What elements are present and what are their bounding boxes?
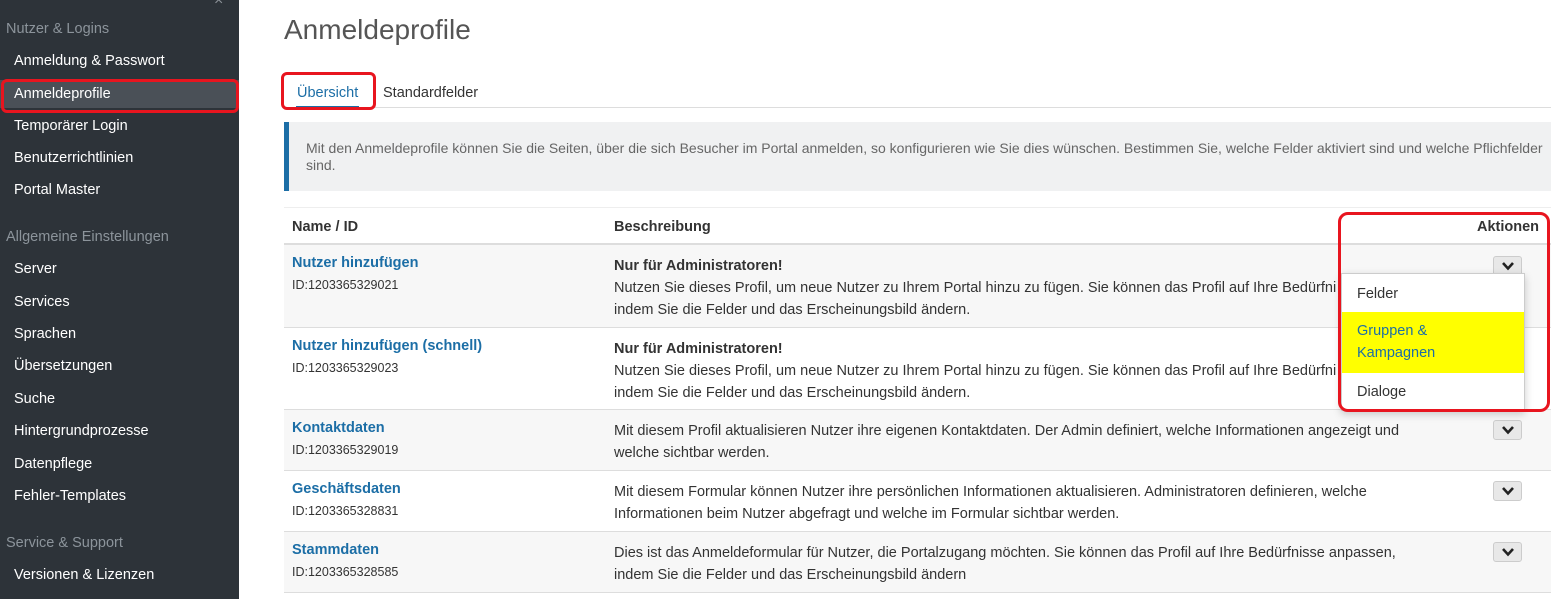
tab-standardfelder[interactable]: Standardfelder (383, 78, 478, 108)
header-name-id: Name / ID (292, 219, 359, 235)
table-row: Kontaktdaten ID:1203365329019 Mit diesem… (284, 410, 1551, 471)
sidebar-item-suche[interactable]: Suche (0, 385, 239, 413)
chevron-down-icon (1502, 487, 1514, 496)
profile-description: Nur für Administratoren! Nutzen Sie dies… (614, 255, 1404, 321)
profile-id: ID:1203365329021 (292, 278, 399, 292)
profile-description: Mit diesem Profil aktualisieren Nutzer i… (614, 420, 1404, 464)
sidebar-item-fehler-templates[interactable]: Fehler-Templates (0, 482, 239, 510)
sidebar-item-temporaerer-login[interactable]: Temporärer Login (0, 112, 239, 140)
sidebar-item-portal-master[interactable]: Portal Master (0, 176, 239, 204)
description-line: indem Sie die Felder und das Erscheinung… (614, 567, 967, 583)
info-box: Mit den Anmeldeprofile können Sie die Se… (284, 122, 1551, 191)
chevron-down-icon (1502, 426, 1514, 435)
description-line: Informationen beim Nutzer abgefragt und … (614, 506, 1120, 522)
sidebar-item-versionen-lizenzen[interactable]: Versionen & Lizenzen (0, 561, 239, 589)
highlight-box-aktionen (1338, 212, 1550, 412)
tab-bar: Übersicht Standardfelder (284, 78, 1551, 108)
chevron-down-icon (1502, 548, 1514, 557)
sidebar-item-services[interactable]: Services (0, 288, 239, 316)
sidebar-item-uebersetzungen[interactable]: Übersetzungen (0, 352, 239, 380)
close-icon[interactable]: × (214, 0, 223, 10)
profile-id: ID:1203365329019 (292, 443, 399, 457)
profile-description: Dies ist das Anmeldeformular für Nutzer,… (614, 542, 1404, 586)
profile-id: ID:1203365329023 (292, 361, 399, 375)
actions-dropdown-button[interactable] (1493, 420, 1522, 440)
profile-name-link[interactable]: Kontaktdaten (292, 420, 385, 436)
description-bold: Nur für Administratoren! (614, 341, 783, 357)
description-line: Mit diesem Profil aktualisieren Nutzer i… (614, 423, 1400, 439)
description-line: indem Sie die Felder und das Erscheinung… (614, 302, 971, 318)
sidebar-item-benutzerrichtlinien[interactable]: Benutzerrichtlinien (0, 144, 239, 172)
profile-name-link[interactable]: Nutzer hinzufügen (schnell) (292, 338, 482, 354)
sidebar-item-hintergrundprozesse[interactable]: Hintergrundprozesse (0, 417, 239, 445)
profile-id: ID:1203365328831 (292, 504, 399, 518)
sidebar-item-anmeldung-passwort[interactable]: Anmeldung & Passwort (0, 47, 239, 75)
profile-name-link[interactable]: Geschäftsdaten (292, 481, 401, 497)
highlight-box-uebersicht (281, 72, 376, 110)
description-line: welche sichtbar werden. (614, 445, 770, 461)
profile-name-link[interactable]: Nutzer hinzufügen (292, 255, 418, 271)
description-line: indem Sie die Felder und das Erscheinung… (614, 385, 971, 401)
profile-description: Mit diesem Formular können Nutzer ihre p… (614, 481, 1404, 525)
sidebar-section-allgemeine-einstellungen: Allgemeine Einstellungen (6, 229, 169, 245)
sidebar-item-datenpflege[interactable]: Datenpflege (0, 450, 239, 478)
profile-description: Nur für Administratoren! Nutzen Sie dies… (614, 338, 1404, 404)
table-row: Stammdaten ID:1203365328585 Dies ist das… (284, 532, 1551, 593)
description-line: Nutzen Sie dieses Profil, um neue Nutzer… (614, 363, 1337, 379)
profile-name-link[interactable]: Stammdaten (292, 542, 379, 558)
sidebar-item-server[interactable]: Server (0, 255, 239, 283)
description-line: Nutzen Sie dieses Profil, um neue Nutzer… (614, 280, 1337, 296)
sidebar-item-sprachen[interactable]: Sprachen (0, 320, 239, 348)
description-line: Mit diesem Formular können Nutzer ihre p… (614, 484, 1367, 500)
actions-dropdown-button[interactable] (1493, 542, 1522, 562)
table-row: Geschäftsdaten ID:1203365328831 Mit dies… (284, 471, 1551, 532)
actions-dropdown-button[interactable] (1493, 481, 1522, 501)
header-beschreibung: Beschreibung (614, 219, 711, 235)
sidebar-section-service-support: Service & Support (6, 535, 123, 551)
description-line: Dies ist das Anmeldeformular für Nutzer,… (614, 545, 1396, 561)
page-title: Anmeldeprofile (284, 14, 471, 45)
profile-id: ID:1203365328585 (292, 565, 399, 579)
description-bold: Nur für Administratoren! (614, 258, 783, 274)
highlight-box-anmeldeprofile (1, 79, 239, 113)
sidebar-section-nutzer-logins: Nutzer & Logins (6, 21, 110, 37)
